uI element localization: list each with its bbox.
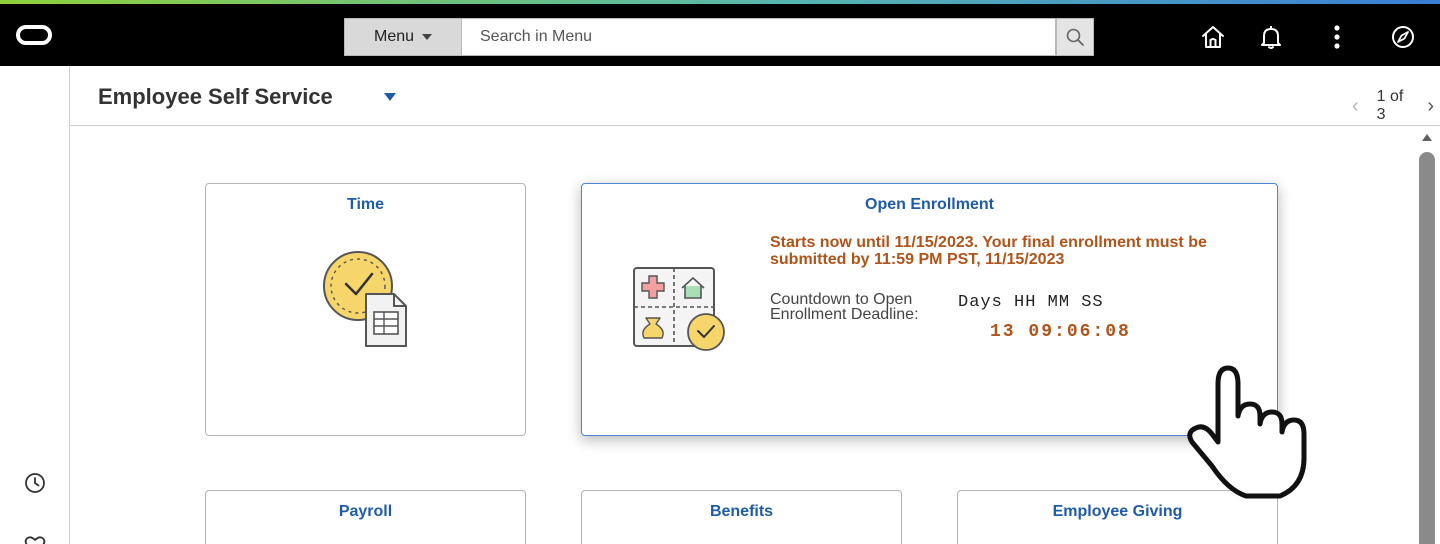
actions-menu-button[interactable] (1322, 22, 1352, 52)
recent-places-button[interactable] (20, 468, 50, 498)
tile-title: Payroll (338, 503, 393, 520)
search-button[interactable] (1056, 18, 1094, 56)
tile-title: Time (346, 196, 385, 213)
heart-icon (24, 536, 46, 544)
bell-icon (1261, 26, 1281, 49)
clock-with-document-icon (323, 251, 407, 347)
countdown-header: Days HH MM SS (958, 293, 1104, 312)
tile-time[interactable]: Time (205, 183, 526, 436)
search-icon (1066, 28, 1084, 46)
tile-title: Open Enrollment (865, 196, 994, 213)
home-icon (1202, 26, 1224, 48)
page-title: Employee Self Service (98, 84, 333, 109)
countdown-values: 13 09:06:08 (990, 322, 1131, 342)
tile-title: Benefits (709, 503, 774, 520)
home-button[interactable] (1198, 22, 1228, 52)
countdown-time: 09:06:08 (1028, 322, 1131, 342)
countdown-days: 13 (990, 322, 1016, 342)
page-count: 1 of 3 (1376, 88, 1404, 123)
page-pager: ‹ 1 of 3 › (1346, 88, 1440, 124)
top-navigation-bar: Menu (0, 4, 1440, 66)
chevron-right-icon[interactable]: › (1421, 96, 1440, 116)
tile-payroll[interactable]: Payroll (205, 490, 526, 544)
navbar-button[interactable] (1388, 22, 1418, 52)
chevron-down-icon (422, 34, 433, 40)
menu-dropdown-button[interactable]: Menu (344, 18, 462, 56)
chevron-down-icon[interactable] (384, 93, 396, 101)
clock-icon (25, 473, 45, 493)
tile-title: Employee Giving (1052, 503, 1183, 520)
tile-benefits[interactable]: Benefits (581, 490, 902, 544)
compass-icon (1392, 26, 1414, 48)
menu-button-label: Menu (373, 28, 415, 45)
scroll-up-arrow-icon[interactable] (1422, 134, 1432, 141)
benefits-enrollment-icon (633, 267, 725, 351)
favorites-button[interactable] (20, 530, 50, 544)
countdown-label: Countdown to Open Enrollment Deadline: (770, 291, 919, 323)
more-vertical-icon (1334, 25, 1340, 49)
vertical-scrollbar[interactable] (1416, 126, 1440, 544)
search-input[interactable] (462, 18, 1056, 56)
chevron-left-icon[interactable]: ‹ (1346, 96, 1365, 116)
left-sidebar (0, 66, 70, 544)
enrollment-message: Starts now until 11/15/2023. Your final … (770, 234, 1207, 268)
notifications-button[interactable] (1256, 22, 1286, 52)
page-header: Employee Self Service ‹ 1 of 3 › (70, 66, 1440, 126)
oracle-logo-icon[interactable] (16, 25, 52, 45)
scroll-thumb[interactable] (1419, 152, 1435, 544)
tile-open-enrollment[interactable]: Open Enrollment Starts now until 11/15/2… (581, 183, 1278, 436)
tile-employee-giving[interactable]: Employee Giving (957, 490, 1278, 544)
